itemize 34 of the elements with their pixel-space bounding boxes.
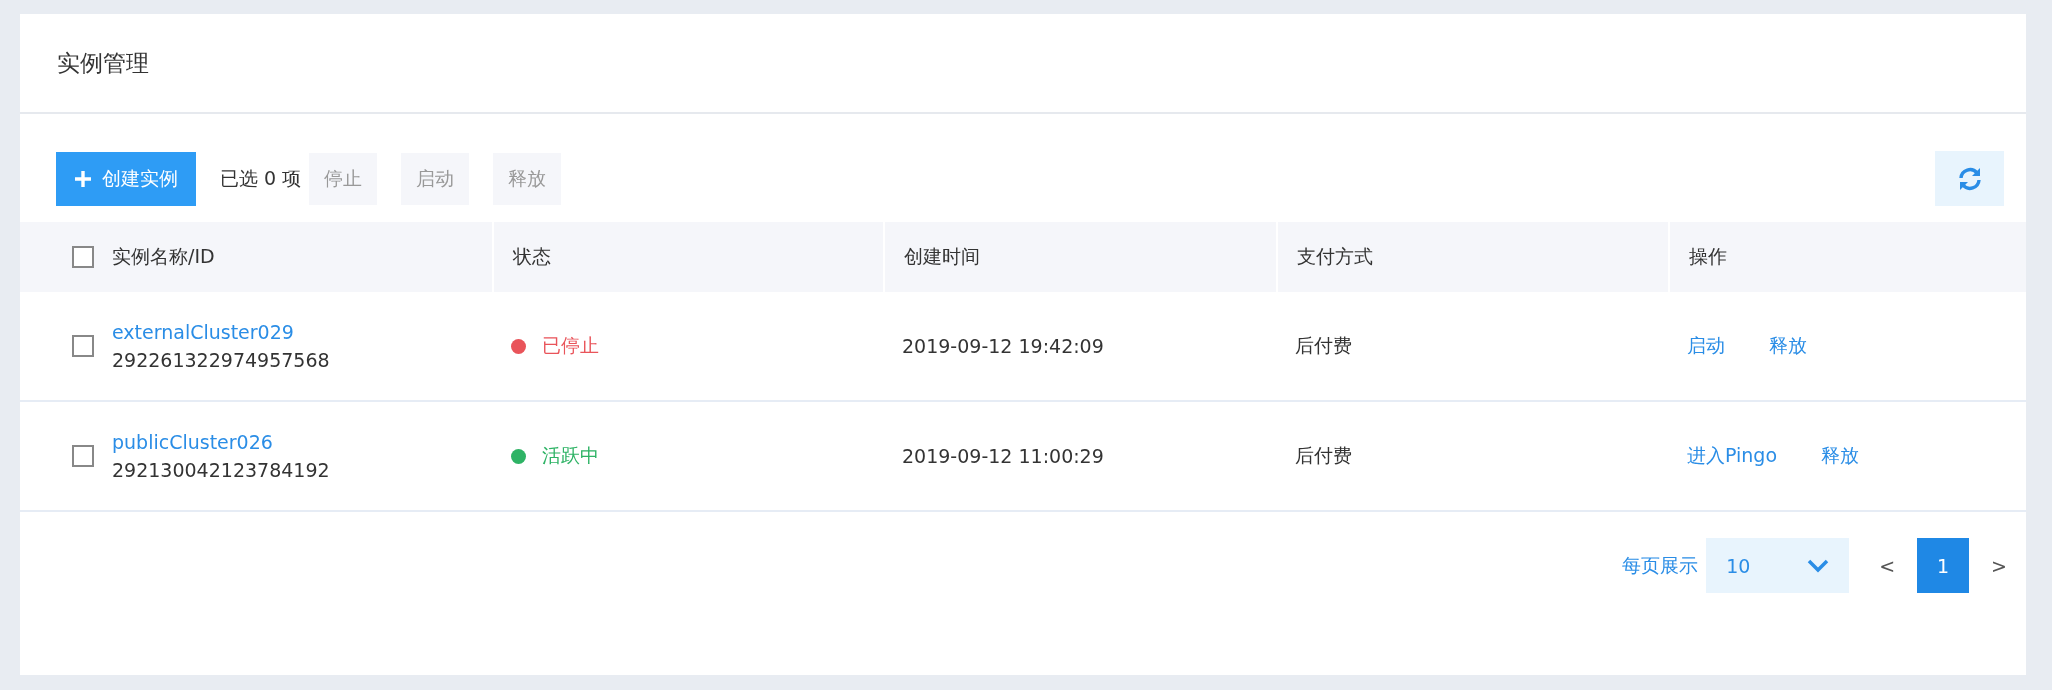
column-header: 创建时间 <box>904 244 980 269</box>
instance-name-link[interactable]: externalCluster029 <box>112 321 330 343</box>
row-checkbox[interactable] <box>72 445 94 467</box>
payment-method: 后付费 <box>1295 333 1352 358</box>
next-page-button[interactable]: > <box>1991 554 2007 577</box>
column-header: 实例名称/ID <box>112 244 215 269</box>
created-time: 2019-09-12 19:42:09 <box>902 335 1104 357</box>
payment-method: 后付费 <box>1295 443 1352 468</box>
status-text: 已停止 <box>542 333 599 358</box>
page-number-button[interactable]: 1 <box>1917 538 1970 593</box>
instance-id: 292130042123784192 <box>112 459 330 481</box>
row-action-link[interactable]: 启动 <box>1687 333 1725 359</box>
row-action-link[interactable]: 释放 <box>1769 333 1807 359</box>
instance-name-link[interactable]: publicCluster026 <box>112 431 330 453</box>
previous-page-button[interactable]: < <box>1879 554 1896 577</box>
refresh-button[interactable] <box>1935 151 2004 206</box>
row-action-link[interactable]: 进入Pingo <box>1687 443 1778 469</box>
page-title: 实例管理 <box>57 48 149 78</box>
page-size-dropdown[interactable]: 10 <box>1706 538 1850 593</box>
status-text: 活跃中 <box>542 443 599 468</box>
select-all-checkbox[interactable] <box>72 246 94 268</box>
column-header: 操作 <box>1689 244 1727 269</box>
column-header: 支付方式 <box>1297 244 1373 269</box>
created-time: 2019-09-12 11:00:29 <box>902 445 1104 467</box>
row-action-link[interactable]: 释放 <box>1821 443 1860 469</box>
instance-id: 292261322974957568 <box>112 349 330 371</box>
create-instance-button[interactable]: 创建实例 <box>56 151 196 206</box>
column-header: 状态 <box>513 244 551 269</box>
chevron-down-icon <box>1807 558 1830 573</box>
row-checkbox[interactable] <box>72 335 94 357</box>
plus-icon <box>74 169 92 188</box>
selection-count: 已选 0 项 <box>220 165 302 191</box>
refresh-icon <box>1956 165 1983 192</box>
page-size-label: 每页展示 <box>1622 552 1699 578</box>
